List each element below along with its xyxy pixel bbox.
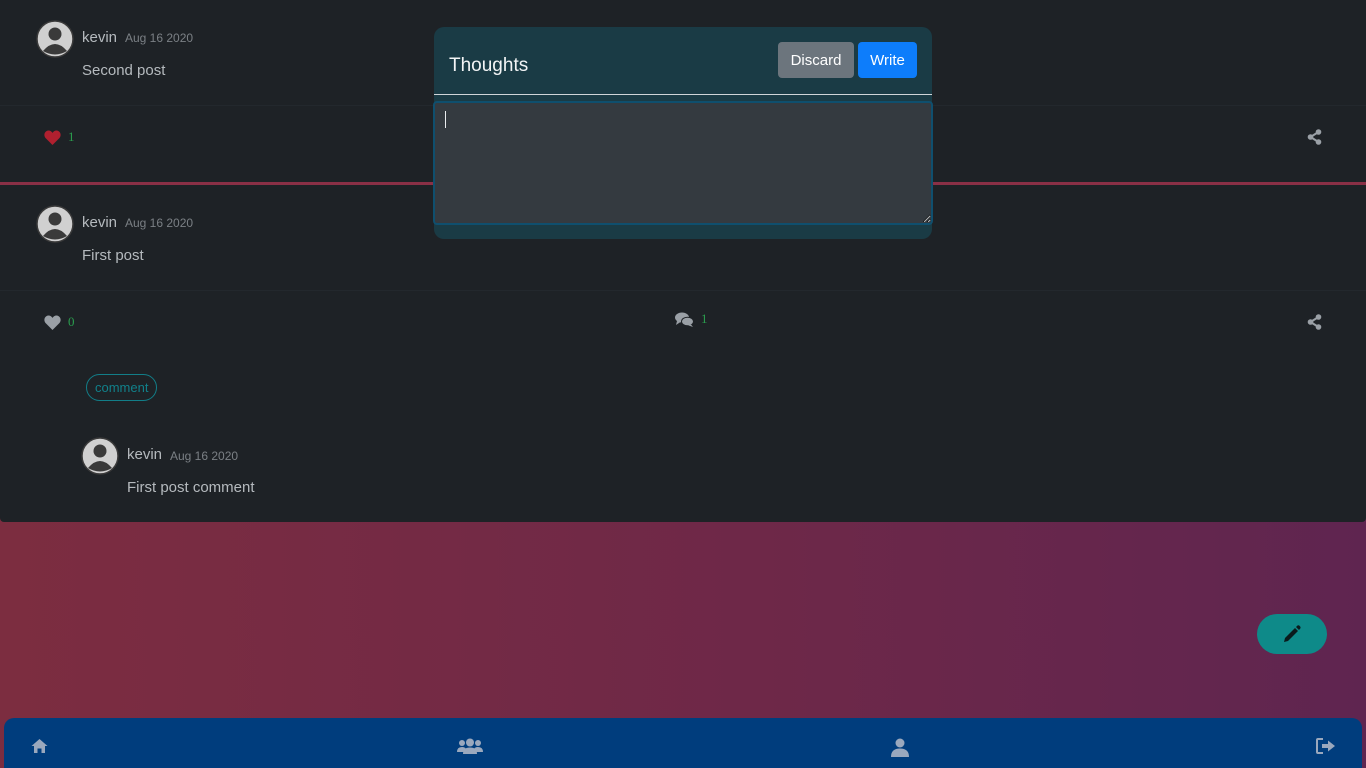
comment-button[interactable]: comment [86,374,158,401]
pencil-icon [1284,625,1301,642]
comment-author[interactable]: kevin [127,446,162,463]
bottom-nav [4,718,1362,768]
nav-profile[interactable] [891,738,909,757]
like-button[interactable]: 0 [44,314,75,330]
comment-text: First post comment [127,479,255,496]
avatar [81,437,119,475]
post-text: Second post [82,62,166,79]
nav-home[interactable] [31,738,48,754]
post-date: Aug 16 2020 [125,31,194,45]
share-button[interactable] [1307,314,1322,330]
post-divider [0,290,1366,291]
post-date: Aug 16 2020 [125,216,194,230]
comment-date: Aug 16 2020 [170,449,239,463]
sign-out-icon [1316,738,1335,754]
nav-users[interactable] [457,738,483,754]
like-count: 1 [68,129,75,144]
thought-input[interactable] [433,101,933,225]
post-text: First post [82,247,144,264]
comments-toggle[interactable]: 1 [675,311,708,327]
like-count: 0 [68,314,75,329]
comments-icon [675,312,694,327]
nav-logout[interactable] [1316,738,1336,754]
avatar [36,205,74,243]
discard-button[interactable]: Discard [778,42,854,78]
heart-icon [44,130,61,145]
comments-count: 1 [701,311,708,326]
write-button[interactable]: Write [858,42,917,78]
modal-header-divider [434,94,932,95]
heart-icon [44,315,61,330]
share-button[interactable] [1307,129,1322,145]
like-button[interactable]: 1 [44,129,75,145]
user-icon [891,738,909,757]
share-icon [1307,129,1322,145]
text-caret [445,111,446,128]
share-icon [1307,314,1322,330]
modal-title: Thoughts [449,55,529,76]
new-post-button[interactable] [1257,614,1327,654]
post-author[interactable]: kevin [82,29,117,46]
post-author[interactable]: kevin [82,214,117,231]
users-icon [457,738,483,754]
thoughts-modal: Thoughts Discard Write [433,27,933,239]
avatar [36,20,74,58]
home-icon [31,739,48,753]
